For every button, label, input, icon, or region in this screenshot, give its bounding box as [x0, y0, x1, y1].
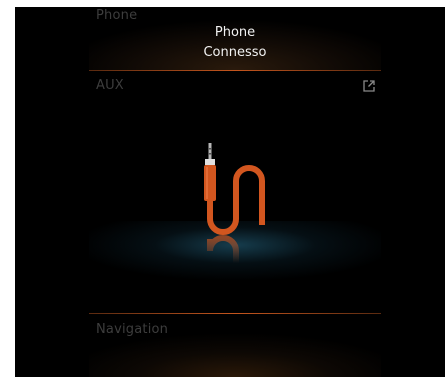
- navigation-section-label: Navigation: [96, 322, 169, 337]
- navigation-widget[interactable]: Navigation: [89, 314, 381, 377]
- phone-connection-status: Connesso: [203, 45, 267, 60]
- infotainment-screen: Phone Phone Connesso AUX Navigation: [15, 7, 445, 377]
- phone-widget[interactable]: Phone Phone Connesso: [89, 7, 381, 70]
- aux-widget[interactable]: AUX: [89, 71, 381, 313]
- aux-section-label: AUX: [96, 78, 124, 93]
- aux-cable-icon: [204, 143, 265, 263]
- phone-title: Phone: [214, 25, 256, 40]
- phone-section-label: Phone: [96, 8, 138, 23]
- external-link-icon[interactable]: [361, 78, 377, 94]
